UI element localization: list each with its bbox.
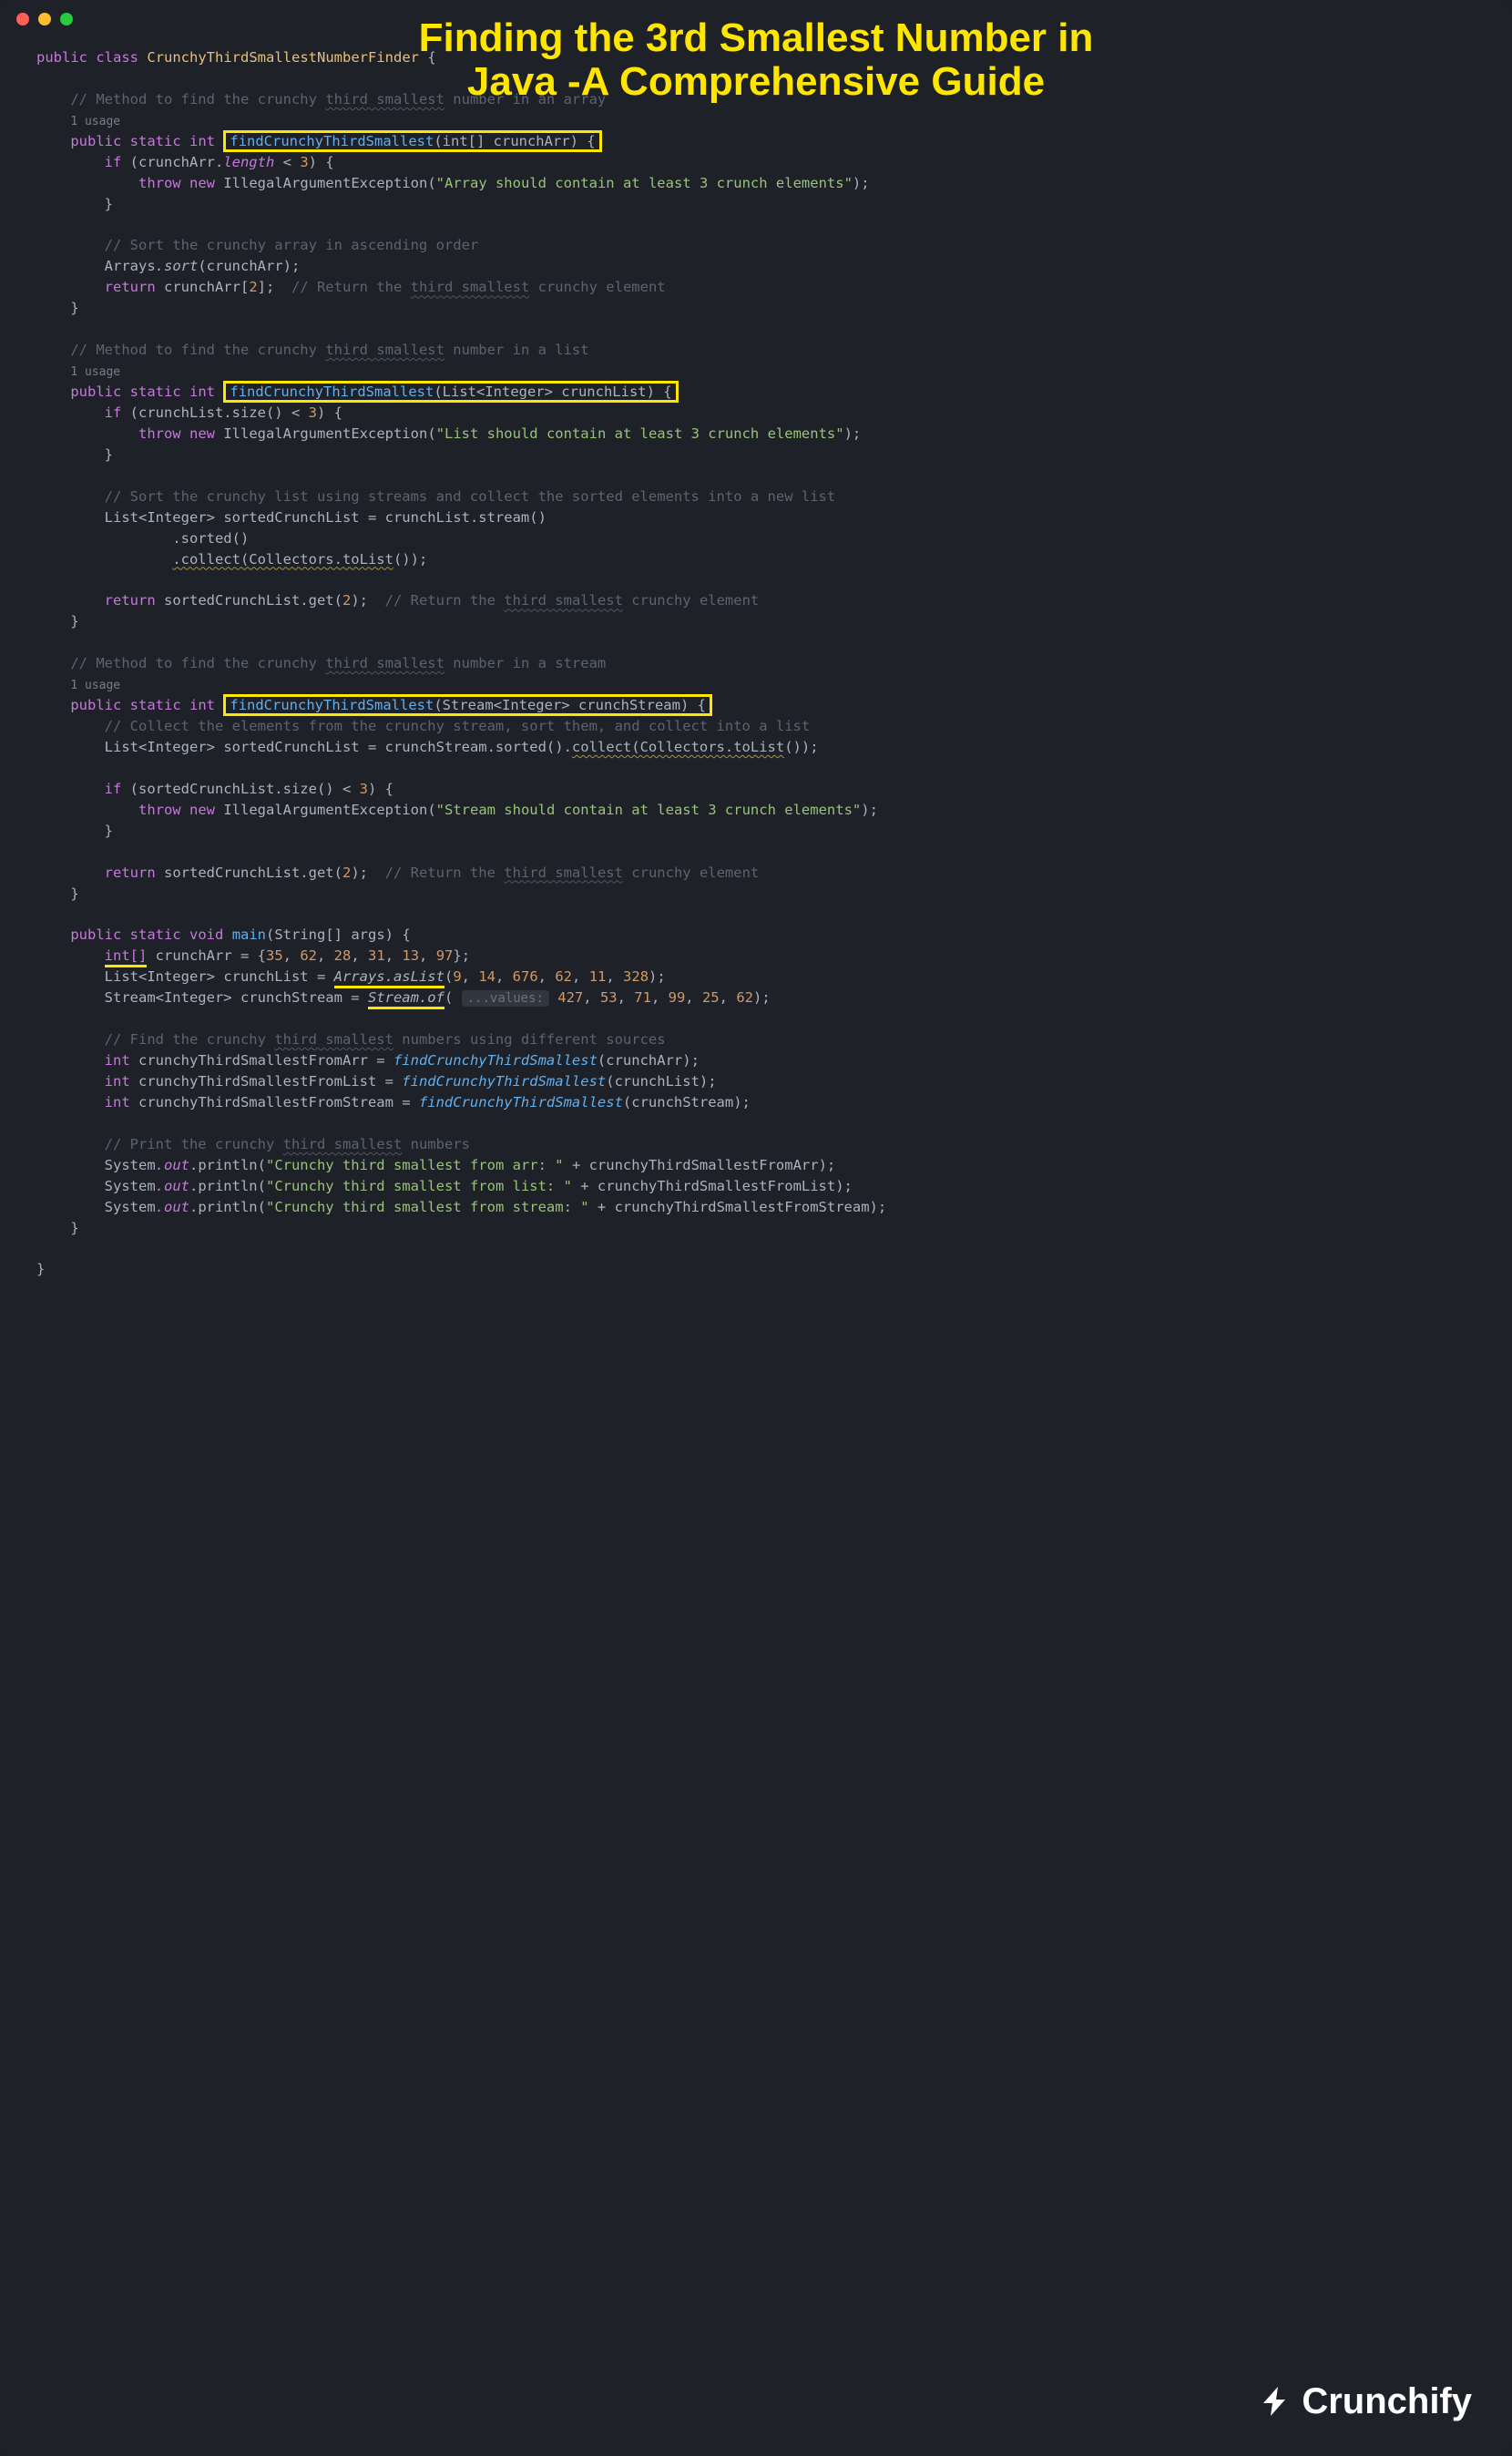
comment: // Print the crunchy third smallest numb… [105,1136,470,1152]
usage-hint[interactable]: 1 usage [70,679,120,692]
close-icon[interactable] [16,13,29,26]
kw-class: class [96,49,138,66]
comment: // Find the crunchy third smallest numbe… [105,1031,666,1048]
kw-public: public [36,49,87,66]
usage-hint[interactable]: 1 usage [70,365,120,379]
comment: // Method to find the crunchy third smal… [70,91,606,107]
usage-hint[interactable]: 1 usage [70,115,120,128]
comment: // Sort the crunchy list using streams a… [105,488,836,505]
int-array-underline: int[] [105,947,148,967]
comment: // Collect the elements from the crunchy… [105,718,811,734]
window-traffic-lights [16,13,73,26]
code-block[interactable]: public class CrunchyThirdSmallestNumberF… [0,0,1512,1316]
param-hint: ...values: [462,990,549,1007]
method-highlight-2: findCrunchyThirdSmallest(List<Integer> c… [223,381,678,403]
crunchify-icon [1256,2383,1292,2420]
method-highlight-1: findCrunchyThirdSmallest(int[] crunchArr… [223,130,601,152]
comment: // Method to find the crunchy third smal… [70,342,588,358]
stream-of-underline: Stream.of [368,989,444,1009]
code-editor-window: Finding the 3rd Smallest Number in Java … [0,0,1512,2456]
maximize-icon[interactable] [60,13,73,26]
method-highlight-3: findCrunchyThirdSmallest(Stream<Integer>… [223,694,712,716]
minimize-icon[interactable] [38,13,51,26]
logo-text: Crunchify [1302,2375,1472,2429]
comment: // Sort the crunchy array in ascending o… [105,237,479,253]
comment: // Method to find the crunchy third smal… [70,655,606,671]
class-name: CrunchyThirdSmallestNumberFinder [147,49,419,66]
crunchify-logo: Crunchify [1256,2375,1472,2429]
arrays-aslist-underline: Arrays.asList [334,968,444,988]
